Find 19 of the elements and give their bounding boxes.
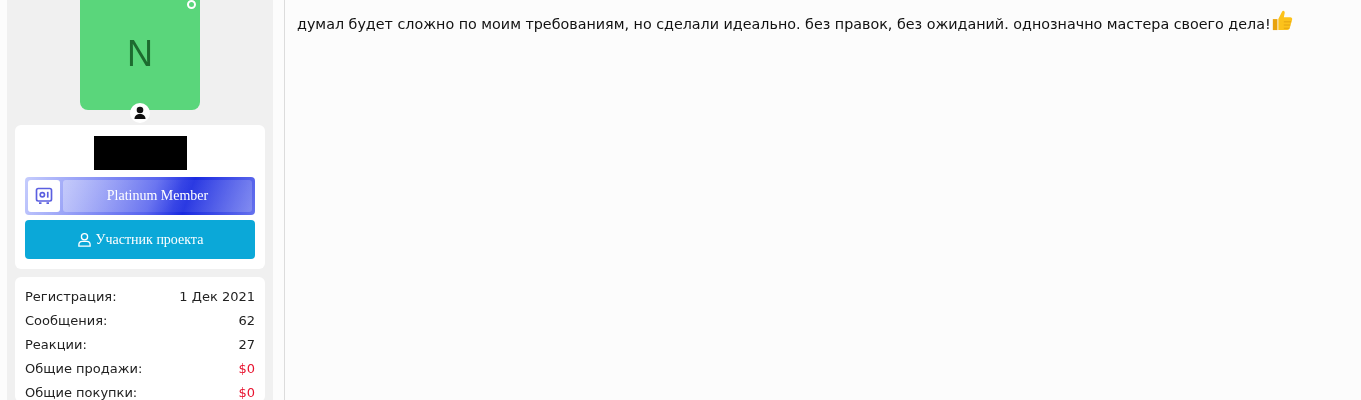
- stat-value: $0: [238, 384, 255, 400]
- stat-value: $0: [238, 360, 255, 378]
- post-text: думал будет сложно по моим требованиям, но сделали идеально. без правок, без ожиданий. однозначно мастера своего дела!: [297, 8, 1361, 35]
- stat-value: 62: [238, 312, 255, 330]
- stat-label: Реакции:: [25, 336, 87, 354]
- avatar-letter: N: [127, 33, 153, 75]
- stat-label: Регистрация:: [25, 288, 117, 306]
- person-badge-icon: [130, 103, 150, 123]
- stat-label: Общие продажи:: [25, 360, 143, 378]
- avatar[interactable]: N: [80, 0, 200, 110]
- stat-label: Общие покупки:: [25, 384, 138, 400]
- role-button[interactable]: Участник проекта: [25, 220, 255, 259]
- user-icon: [76, 232, 92, 247]
- stat-value: 27: [238, 336, 255, 354]
- stat-label: Сообщения:: [25, 312, 108, 330]
- banner-label: Platinum Member: [63, 180, 252, 212]
- stat-value: 1 Дек 2021: [179, 288, 255, 306]
- thumbs-up-icon: [1270, 8, 1293, 32]
- safe-icon: [28, 180, 60, 212]
